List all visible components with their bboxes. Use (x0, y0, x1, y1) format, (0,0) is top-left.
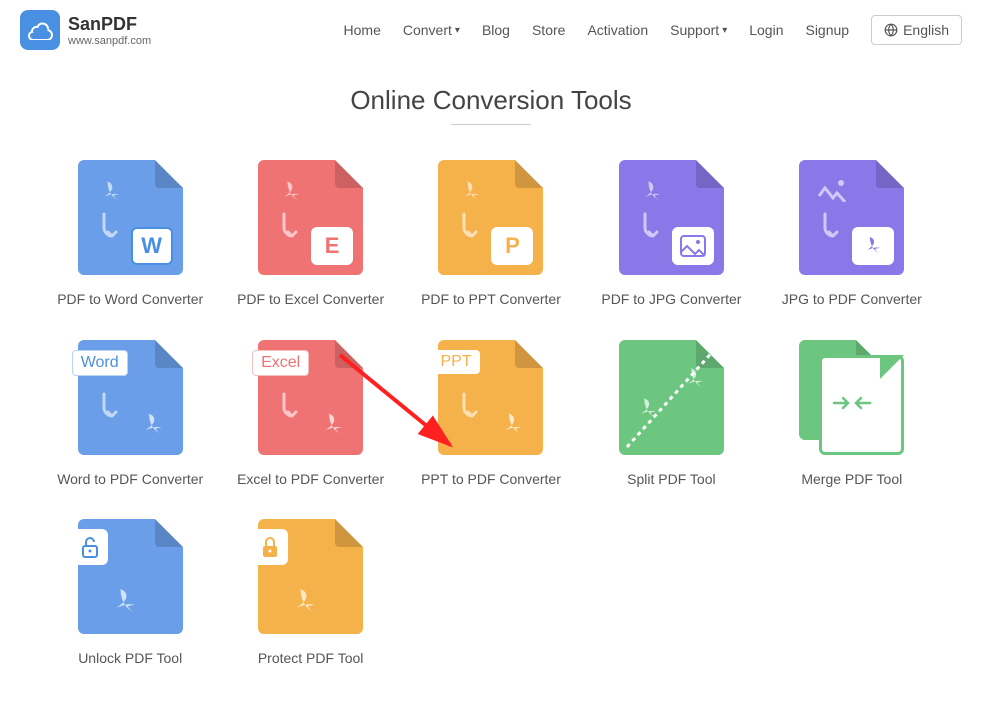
arrow-icon (821, 212, 845, 242)
adobe-icon (456, 178, 484, 206)
logo-icon (20, 10, 60, 50)
lock-icon (252, 529, 288, 565)
adobe-icon (276, 178, 304, 206)
nav-blog[interactable]: Blog (482, 22, 510, 38)
logo-area[interactable]: SanPDF www.sanpdf.com (20, 10, 151, 50)
unlock-icon (72, 529, 108, 565)
language-button[interactable]: English (871, 15, 962, 45)
tool-label: PDF to PPT Converter (421, 290, 561, 310)
tool-word-to-pdf[interactable]: Word Word to PDF Converter (50, 340, 210, 490)
globe-icon (884, 23, 898, 37)
arrow-icon (641, 212, 665, 242)
image-icon (817, 178, 849, 202)
adobe-icon (681, 365, 709, 393)
nav-convert[interactable]: Convert▾ (403, 22, 460, 38)
page-title: Online Conversion Tools (0, 85, 982, 116)
nav-home[interactable]: Home (344, 22, 381, 38)
adobe-icon (318, 410, 348, 440)
tool-label: Split PDF Tool (627, 470, 715, 490)
tool-label: JPG to PDF Converter (782, 290, 922, 310)
ppt-badge: PPT (432, 350, 479, 374)
tool-label: PPT to PDF Converter (421, 470, 561, 490)
tool-pdf-to-word[interactable]: W PDF to Word Converter (50, 160, 210, 310)
ppt-badge: P (491, 227, 533, 265)
chevron-down-icon: ▾ (722, 25, 727, 36)
arrow-icon (100, 212, 124, 242)
nav-signup[interactable]: Signup (805, 22, 849, 38)
tool-pdf-to-excel[interactable]: E PDF to Excel Converter (230, 160, 390, 310)
adobe-icon (108, 585, 142, 619)
chevron-down-icon: ▾ (455, 25, 460, 36)
tools-grid: W PDF to Word Converter E PDF to Excel C… (0, 160, 982, 669)
tool-label: Word to PDF Converter (57, 470, 203, 490)
word-badge: Word (72, 350, 128, 376)
adobe-icon (288, 585, 322, 619)
arrow-icon (460, 212, 484, 242)
arrow-icon (460, 392, 484, 422)
title-underline (451, 124, 531, 125)
excel-badge: E (311, 227, 353, 265)
tool-ppt-to-pdf[interactable]: PPT PPT to PDF Converter (411, 340, 571, 490)
nav-login[interactable]: Login (749, 22, 783, 38)
tool-excel-to-pdf[interactable]: Excel Excel to PDF Converter (230, 340, 390, 490)
adobe-icon (637, 178, 665, 206)
main-nav: Home Convert▾ Blog Store Activation Supp… (344, 15, 962, 45)
adobe-icon (138, 410, 168, 440)
image-badge (672, 227, 714, 265)
tool-merge-pdf[interactable]: Merge PDF Tool (772, 340, 932, 490)
merge-arrows-icon (832, 393, 872, 413)
adobe-icon (498, 410, 528, 440)
tool-unlock-pdf[interactable]: Unlock PDF Tool (50, 519, 210, 669)
adobe-badge (852, 227, 894, 265)
tool-jpg-to-pdf[interactable]: JPG to PDF Converter (772, 160, 932, 310)
nav-store[interactable]: Store (532, 22, 565, 38)
tool-label: PDF to Excel Converter (237, 290, 384, 310)
tool-label: Protect PDF Tool (258, 649, 364, 669)
tool-protect-pdf[interactable]: Protect PDF Tool (230, 519, 390, 669)
logo-title: SanPDF (68, 14, 151, 35)
tool-label: Merge PDF Tool (801, 470, 902, 490)
tool-label: Excel to PDF Converter (237, 470, 384, 490)
arrow-icon (280, 392, 304, 422)
tool-pdf-to-ppt[interactable]: P PDF to PPT Converter (411, 160, 571, 310)
adobe-icon (634, 395, 662, 423)
nav-support[interactable]: Support▾ (670, 22, 727, 38)
tool-label: Unlock PDF Tool (78, 649, 182, 669)
tool-pdf-to-jpg[interactable]: PDF to JPG Converter (591, 160, 751, 310)
logo-text: SanPDF www.sanpdf.com (68, 14, 151, 47)
tool-split-pdf[interactable]: Split PDF Tool (591, 340, 751, 490)
logo-url: www.sanpdf.com (68, 35, 151, 47)
header: SanPDF www.sanpdf.com Home Convert▾ Blog… (0, 0, 982, 60)
arrow-icon (100, 392, 124, 422)
adobe-icon (96, 178, 124, 206)
nav-activation[interactable]: Activation (587, 22, 648, 38)
arrow-icon (280, 212, 304, 242)
tool-label: PDF to Word Converter (57, 290, 203, 310)
tool-label: PDF to JPG Converter (601, 290, 741, 310)
excel-badge: Excel (252, 350, 309, 376)
word-badge: W (131, 227, 173, 265)
